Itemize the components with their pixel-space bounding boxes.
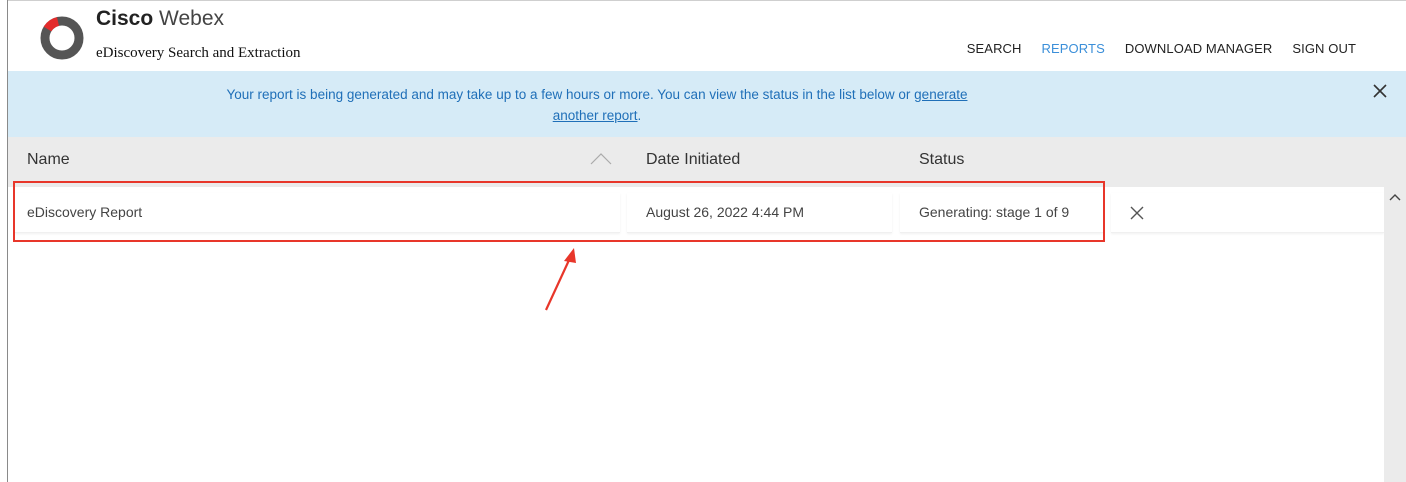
brand-name: Cisco Webex (96, 7, 224, 31)
brand-light: Webex (159, 7, 225, 30)
highlight-box (13, 181, 1105, 242)
banner-message: Your report is being generated and may t… (8, 84, 1186, 126)
vertical-scrollbar[interactable] (1384, 187, 1406, 482)
app-subtitle: eDiscovery Search and Extraction (96, 45, 301, 61)
nav-reports[interactable]: REPORTS (1042, 41, 1105, 56)
sort-ascending-icon[interactable] (590, 153, 612, 165)
app-header: Cisco Webex eDiscovery Search and Extrac… (8, 1, 1406, 71)
close-icon[interactable] (1130, 206, 1144, 220)
banner-text-after: . (637, 108, 642, 123)
status-banner: Your report is being generated and may t… (8, 71, 1406, 137)
nav-download-manager[interactable]: DOWNLOAD MANAGER (1125, 41, 1273, 56)
column-header-name[interactable]: Name (27, 151, 70, 169)
nav-search[interactable]: SEARCH (967, 41, 1022, 56)
generate-report-link-continued[interactable]: another report (553, 108, 638, 123)
nav-sign-out[interactable]: SIGN OUT (1292, 41, 1356, 56)
annotation-arrow-icon (545, 248, 576, 311)
column-header-status[interactable]: Status (919, 151, 964, 169)
scroll-up-arrow-icon[interactable] (1389, 193, 1401, 201)
top-nav: SEARCH REPORTS DOWNLOAD MANAGER SIGN OUT (947, 41, 1356, 56)
banner-text-before: Your report is being generated and may t… (226, 87, 915, 102)
brand-bold: Cisco (96, 7, 154, 30)
table-header: Name Date Initiated Status (8, 137, 1406, 187)
cell-actions (1111, 193, 1384, 233)
column-header-date[interactable]: Date Initiated (646, 151, 740, 169)
close-icon[interactable] (1372, 83, 1388, 99)
generate-report-link[interactable]: generate (914, 87, 967, 102)
webex-logo-icon (40, 16, 84, 60)
